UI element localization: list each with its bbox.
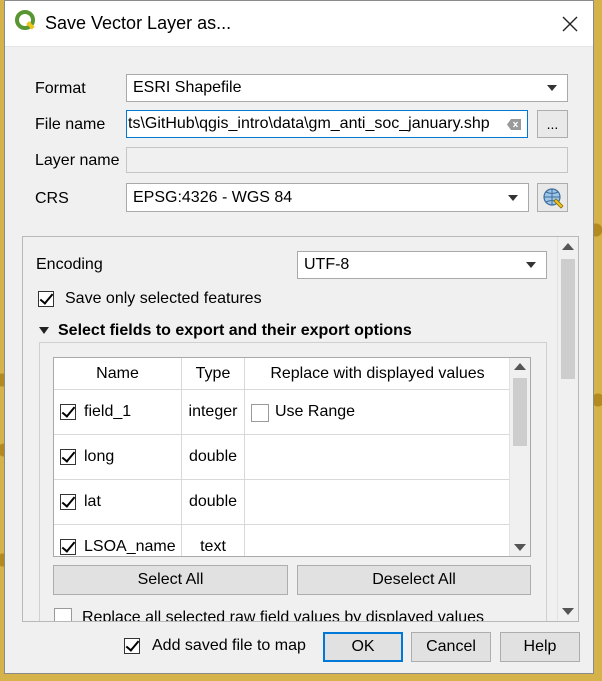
field-type: text	[182, 525, 245, 556]
deselect-all-label: Deselect All	[372, 571, 456, 588]
field-type: double	[182, 435, 245, 480]
browse-button-label: ...	[546, 116, 559, 132]
table-row[interactable]: long	[54, 435, 182, 480]
qgis-logo-icon	[15, 10, 35, 30]
format-value: ESRI Shapefile	[133, 79, 242, 96]
encoding-label: Encoding	[36, 256, 103, 273]
field-checkbox[interactable]	[60, 494, 76, 510]
layername-label: Layer name	[35, 152, 120, 169]
column-header-replace[interactable]: Replace with displayed values	[245, 358, 511, 390]
field-replace-cell[interactable]	[245, 480, 511, 525]
field-name: long	[84, 448, 115, 465]
fields-group-box: Name Type Replace with displayed values …	[39, 342, 547, 622]
column-header-name[interactable]: Name	[54, 358, 182, 390]
field-replace-cell[interactable]	[245, 525, 511, 556]
table-row[interactable]: LSOA_name	[54, 525, 182, 556]
chevron-down-icon	[526, 262, 536, 268]
chevron-down-icon	[547, 85, 557, 91]
field-checkbox[interactable]	[60, 449, 76, 465]
help-label: Help	[523, 638, 557, 655]
select-all-button[interactable]: Select All	[53, 565, 288, 595]
globe-crs-icon	[542, 187, 564, 209]
field-name: lat	[84, 493, 101, 510]
scroll-up-icon[interactable]	[514, 363, 526, 370]
browse-button[interactable]: ...	[537, 110, 568, 138]
column-header-type[interactable]: Type	[182, 358, 245, 390]
filename-label: File name	[35, 116, 106, 133]
field-name: LSOA_name	[84, 538, 176, 555]
fields-section-title[interactable]: Select fields to export and their export…	[58, 322, 412, 340]
replace-all-checkbox[interactable]	[54, 608, 72, 621]
table-row[interactable]: lat	[54, 480, 182, 525]
clear-text-icon[interactable]	[507, 119, 521, 130]
format-label: Format	[35, 80, 86, 97]
field-checkbox[interactable]	[60, 539, 76, 555]
options-scroll-area[interactable]: Encoding UTF-8 Save only selected featur…	[22, 236, 579, 622]
add-to-map-checkbox[interactable]	[124, 638, 140, 654]
scroll-down-icon[interactable]	[562, 608, 574, 615]
crs-combobox[interactable]: EPSG:4326 - WGS 84	[126, 183, 529, 212]
deselect-all-button[interactable]: Deselect All	[297, 565, 531, 595]
table-scrollbar[interactable]	[509, 358, 530, 556]
table-row[interactable]: field_1	[54, 390, 182, 435]
replace-all-label: Replace all selected raw field values by…	[82, 609, 484, 622]
dialog-title: Save Vector Layer as...	[45, 13, 232, 33]
field-replace-cell[interactable]	[245, 435, 511, 480]
close-icon	[562, 16, 578, 31]
encoding-value: UTF-8	[304, 256, 350, 273]
help-button[interactable]: Help	[500, 632, 580, 662]
use-range-label: Use Range	[275, 403, 356, 420]
filename-input[interactable]: ts\GitHub\qgis_intro\data\gm_anti_soc_ja…	[126, 110, 528, 138]
collapse-triangle-icon[interactable]	[39, 327, 49, 334]
table-scroll-thumb[interactable]	[513, 378, 527, 446]
encoding-combobox[interactable]: UTF-8	[297, 251, 547, 279]
cancel-label: Cancel	[426, 638, 476, 655]
field-type: integer	[182, 390, 245, 435]
add-to-map-label: Add saved file to map	[152, 637, 306, 654]
ok-label: OK	[351, 638, 375, 655]
use-range-checkbox[interactable]	[251, 404, 269, 422]
field-name: field_1	[84, 403, 132, 420]
fields-table[interactable]: Name Type Replace with displayed values …	[53, 357, 531, 557]
field-type: double	[182, 480, 245, 525]
close-button[interactable]	[547, 1, 593, 46]
crs-selector-button[interactable]	[537, 183, 568, 212]
layername-input[interactable]	[126, 147, 568, 173]
crs-label: CRS	[35, 190, 69, 207]
save-vector-layer-dialog: Save Vector Layer as... Format ESRI Shap…	[4, 0, 594, 674]
field-checkbox[interactable]	[60, 404, 76, 420]
select-all-label: Select All	[137, 571, 204, 588]
field-replace-cell[interactable]: Use Range	[245, 390, 511, 435]
title-bar: Save Vector Layer as...	[5, 1, 593, 47]
scroll-up-icon[interactable]	[562, 243, 574, 250]
format-combobox[interactable]: ESRI Shapefile	[126, 74, 568, 102]
save-selected-label: Save only selected features	[65, 290, 262, 307]
save-selected-checkbox[interactable]	[38, 291, 54, 307]
crs-value: EPSG:4326 - WGS 84	[133, 188, 293, 206]
ok-button[interactable]: OK	[323, 632, 403, 662]
options-scroll-thumb[interactable]	[561, 259, 575, 379]
chevron-down-icon	[508, 194, 518, 201]
scroll-down-icon[interactable]	[514, 544, 526, 551]
cancel-button[interactable]: Cancel	[411, 632, 491, 662]
options-scrollbar[interactable]	[557, 237, 578, 621]
filename-value: ts\GitHub\qgis_intro\data\gm_anti_soc_ja…	[128, 115, 490, 132]
